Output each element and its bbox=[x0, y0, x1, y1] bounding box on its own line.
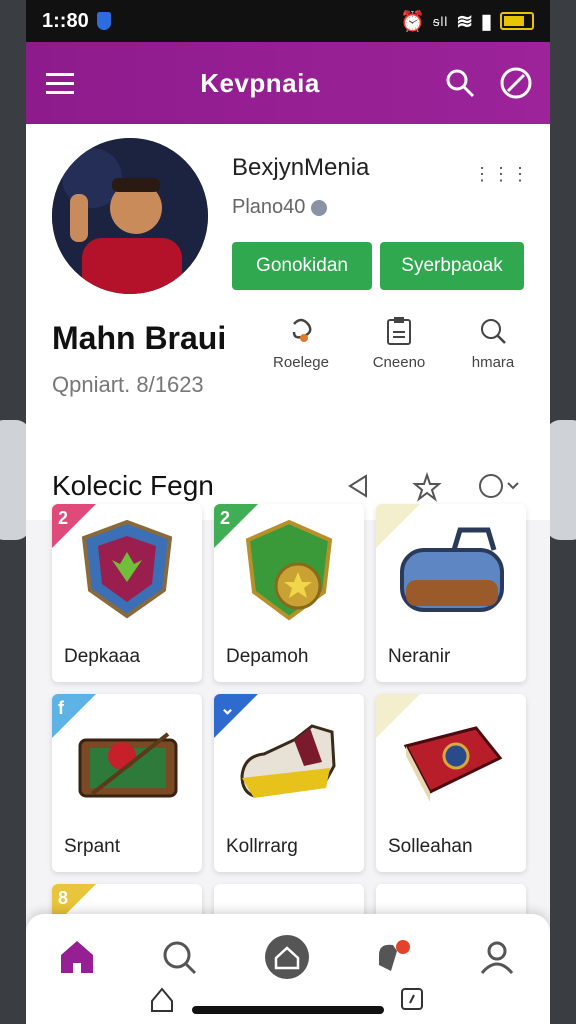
card-label: Depamoh bbox=[226, 646, 309, 667]
collection-card[interactable]: Neranir bbox=[376, 504, 526, 682]
collection-card[interactable]: ⌄ Kollrrarg bbox=[214, 694, 364, 872]
profile-meta: Qpniart. 8/1623 bbox=[52, 372, 204, 397]
clipboard-icon bbox=[354, 314, 444, 348]
username: BexjynMenia bbox=[232, 154, 370, 181]
search-heart-icon[interactable] bbox=[154, 932, 204, 982]
collection-card[interactable]: Solleahan bbox=[376, 694, 526, 872]
lock-icon: ▮ bbox=[480, 10, 492, 33]
compass-icon[interactable] bbox=[496, 63, 536, 103]
phone-screen: 1::80 ⏰ ᵴll ≋ ▮ Kevpnaia BexjynMenia Pla… bbox=[26, 0, 550, 1024]
collection-title: Kolecic Fegn bbox=[52, 470, 214, 501]
card-label: Depkaaa bbox=[64, 646, 141, 667]
card-label: Neranir bbox=[388, 646, 451, 667]
star-icon[interactable] bbox=[412, 471, 442, 507]
system-back-icon[interactable] bbox=[148, 985, 176, 1018]
pool-table-icon bbox=[78, 732, 178, 798]
search-icon[interactable] bbox=[440, 63, 480, 103]
bottom-navigation bbox=[26, 914, 550, 1024]
magnifier-icon bbox=[448, 314, 538, 348]
notifications-icon[interactable] bbox=[368, 932, 418, 982]
collection-card[interactable]: 2 Depkaaa bbox=[52, 504, 202, 682]
collection-card[interactable]: f Srpant bbox=[52, 694, 202, 872]
menu-icon[interactable] bbox=[40, 63, 80, 103]
secondary-action-button[interactable]: Syerbpaoak bbox=[380, 242, 524, 290]
alarm-icon: ⏰ bbox=[400, 10, 425, 33]
background-card-right bbox=[546, 420, 576, 540]
filter-dropdown-icon[interactable] bbox=[478, 472, 524, 505]
stat-item[interactable]: Roelege bbox=[256, 314, 346, 371]
blue-bag-icon bbox=[400, 527, 504, 612]
card-badge: 2 bbox=[58, 508, 69, 528]
user-subtitle: Plano40 bbox=[232, 196, 328, 219]
collection-grid: 2 Depkaaa 2 Depamoh Neranir f Srpant ⌄ K… bbox=[26, 504, 550, 924]
red-book-icon bbox=[403, 726, 503, 802]
profile-name: Mahn Braui bbox=[52, 320, 227, 356]
sneaker-icon bbox=[240, 724, 336, 798]
signal-icon: ᵴll bbox=[432, 13, 449, 29]
wifi-icon: ≋ bbox=[456, 10, 473, 33]
more-options-icon[interactable]: ⋮⋮⋮ bbox=[473, 164, 530, 185]
security-shield-icon bbox=[96, 12, 111, 30]
system-recents-icon[interactable] bbox=[398, 985, 426, 1018]
card-label: Kollrrarg bbox=[226, 836, 298, 857]
avatar[interactable] bbox=[52, 138, 208, 294]
stat-label: Roelege bbox=[273, 354, 329, 371]
swirl-icon bbox=[256, 314, 346, 348]
subtitle-text: Plano40 bbox=[232, 196, 306, 218]
profile-section: BexjynMenia Plano40 ⋮⋮⋮ Gonokidan Syerbp… bbox=[26, 124, 550, 454]
home-icon[interactable] bbox=[52, 932, 102, 982]
card-badge: 2 bbox=[220, 508, 231, 528]
stat-label: Cneeno bbox=[372, 354, 426, 371]
card-badge: 8 bbox=[58, 888, 69, 908]
verified-icon bbox=[311, 199, 328, 216]
green-star-emblem-icon bbox=[245, 519, 333, 621]
app-bar: Kevpnaia bbox=[26, 42, 550, 124]
profile-icon[interactable] bbox=[472, 932, 522, 982]
collection-card[interactable]: 2 Depamoh bbox=[214, 504, 364, 682]
card-badge: f bbox=[58, 698, 64, 718]
primary-action-button[interactable]: Gonokidan bbox=[232, 242, 372, 290]
stat-label: hmara bbox=[471, 354, 515, 371]
app-title: Kevpnaia bbox=[200, 67, 320, 98]
battery-icon bbox=[500, 12, 534, 30]
stat-item[interactable]: Cneeno bbox=[354, 314, 444, 371]
card-label: Solleahan bbox=[388, 836, 473, 857]
shield-emblem-icon bbox=[81, 519, 173, 619]
card-badge: ⌄ bbox=[220, 698, 236, 718]
system-home-bar[interactable] bbox=[192, 1006, 384, 1014]
stat-item[interactable]: hmara bbox=[448, 314, 538, 371]
card-label: Srpant bbox=[64, 836, 120, 857]
back-triangle-icon[interactable] bbox=[344, 472, 372, 505]
status-time: 1::80 bbox=[42, 9, 89, 32]
center-home-icon[interactable] bbox=[262, 932, 312, 982]
status-bar: 1::80 ⏰ ᵴll ≋ ▮ bbox=[26, 0, 550, 42]
